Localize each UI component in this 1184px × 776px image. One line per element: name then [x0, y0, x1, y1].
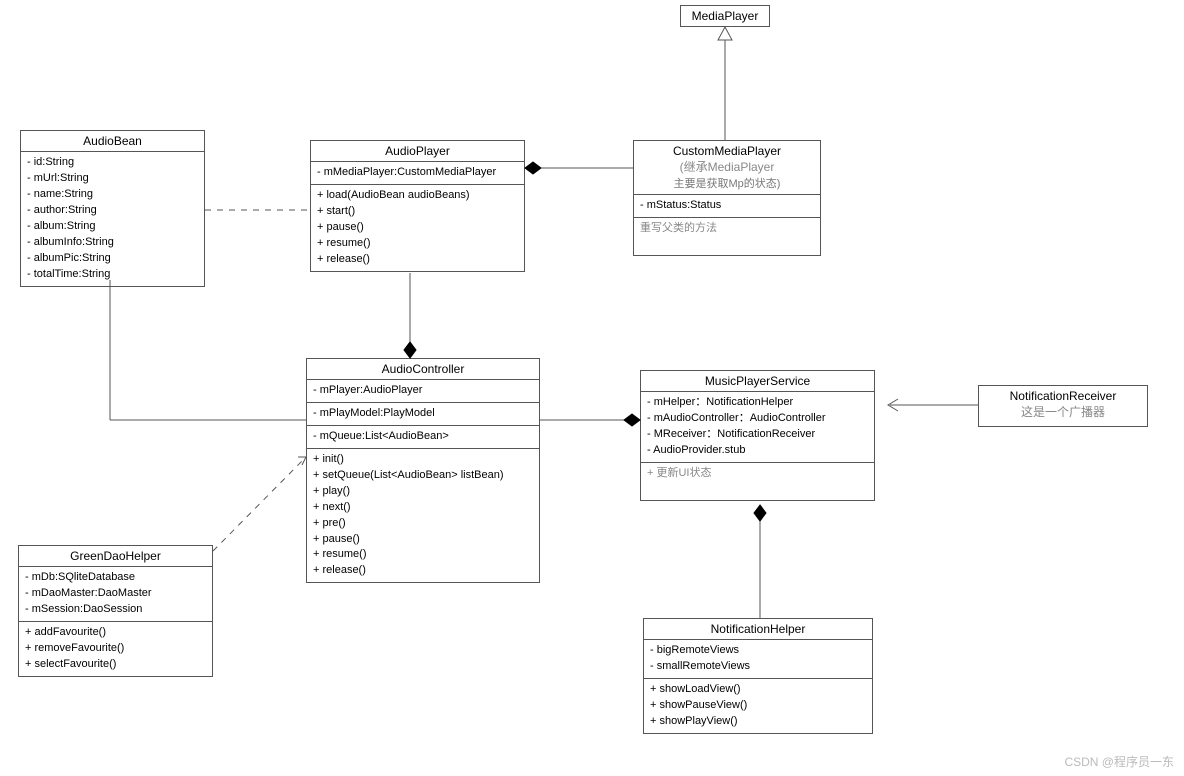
method: + showPauseView() [650, 698, 866, 714]
attr: - mStatus:Status [640, 198, 814, 214]
attributes: - mDb:SQliteDatabase - mDaoMaster:DaoMas… [19, 567, 212, 622]
attr: - name:String [27, 187, 198, 203]
class-title: AudioController [307, 359, 539, 380]
attr: - mQueue:List<AudioBean> [313, 429, 533, 445]
methods: + showLoadView() + showPauseView() + sho… [644, 679, 872, 733]
attributes: - mQueue:List<AudioBean> [307, 426, 539, 449]
method: + release() [313, 563, 533, 579]
class-title: MusicPlayerService [641, 371, 874, 392]
method: + pause() [313, 532, 533, 548]
attr: - albumInfo:String [27, 235, 198, 251]
attr: - mDb:SQliteDatabase [25, 570, 206, 586]
attr: - author:String [27, 203, 198, 219]
class-subtitle: 主要是获取Mp的状态) [634, 175, 820, 195]
method: + resume() [313, 547, 533, 563]
attr: - AudioProvider.stub [647, 443, 868, 459]
note: + 更新UI状态 [641, 463, 874, 500]
class-notificationhelper: NotificationHelper - bigRemoteViews - sm… [643, 618, 873, 734]
method: + load(AudioBean audioBeans) [317, 188, 518, 204]
attr: - mPlayModel:PlayModel [313, 406, 533, 422]
method: + play() [313, 484, 533, 500]
class-subtitle: 这是一个广播器 [979, 403, 1147, 426]
method: + pause() [317, 220, 518, 236]
class-title: CustomMediaPlayer [634, 141, 820, 158]
class-notificationreceiver: NotificationReceiver 这是一个广播器 [978, 385, 1148, 427]
method: + resume() [317, 236, 518, 252]
attributes: - mHelper：NotificationHelper - mAudioCon… [641, 392, 874, 463]
attr: - totalTime:String [27, 267, 198, 283]
attributes: - mPlayer:AudioPlayer [307, 380, 539, 403]
method: + showPlayView() [650, 714, 866, 730]
class-title: AudioBean [21, 131, 204, 152]
attr: - album:String [27, 219, 198, 235]
method: + release() [317, 252, 518, 268]
attr: - mDaoMaster:DaoMaster [25, 586, 206, 602]
attributes: - id:String - mUrl:String - name:String … [21, 152, 204, 286]
attributes: - bigRemoteViews - smallRemoteViews [644, 640, 872, 679]
attributes: - mStatus:Status [634, 195, 820, 218]
attr: - id:String [27, 155, 198, 171]
attr: - mHelper：NotificationHelper [647, 395, 868, 411]
class-title: NotificationReceiver [979, 386, 1147, 403]
class-title: MediaPlayer [681, 6, 769, 26]
attr: - bigRemoteViews [650, 643, 866, 659]
class-audiocontroller: AudioController - mPlayer:AudioPlayer - … [306, 358, 540, 583]
attr: - MReceiver：NotificationReceiver [647, 427, 868, 443]
method: + start() [317, 204, 518, 220]
attr: - albumPic:String [27, 251, 198, 267]
class-audioplayer: AudioPlayer - mMediaPlayer:CustomMediaPl… [310, 140, 525, 272]
note-text: 重写父类的方法 [640, 221, 814, 237]
class-title: AudioPlayer [311, 141, 524, 162]
methods: + init() + setQueue(List<AudioBean> list… [307, 449, 539, 583]
class-title: GreenDaoHelper [19, 546, 212, 567]
method: + showLoadView() [650, 682, 866, 698]
attr: - mMediaPlayer:CustomMediaPlayer [317, 165, 518, 181]
attr: - mPlayer:AudioPlayer [313, 383, 533, 399]
class-subtitle: (继承MediaPlayer [634, 158, 820, 175]
method: + selectFavourite() [25, 657, 206, 673]
method: + addFavourite() [25, 625, 206, 641]
attributes: - mMediaPlayer:CustomMediaPlayer [311, 162, 524, 185]
methods: + load(AudioBean audioBeans) + start() +… [311, 185, 524, 271]
class-title: NotificationHelper [644, 619, 872, 640]
note: 重写父类的方法 [634, 218, 820, 255]
method: + next() [313, 500, 533, 516]
class-musicplayerservice: MusicPlayerService - mHelper：Notificatio… [640, 370, 875, 501]
class-mediaplayer: MediaPlayer [680, 5, 770, 27]
method: + setQueue(List<AudioBean> listBean) [313, 468, 533, 484]
attr: - mUrl:String [27, 171, 198, 187]
attr: - smallRemoteViews [650, 659, 866, 675]
method: + pre() [313, 516, 533, 532]
attr: - mSession:DaoSession [25, 602, 206, 618]
method: + init() [313, 452, 533, 468]
watermark: CSDN @程序员一东 [1064, 753, 1174, 770]
class-custommediaplayer: CustomMediaPlayer (继承MediaPlayer 主要是获取Mp… [633, 140, 821, 256]
attributes: - mPlayModel:PlayModel [307, 403, 539, 426]
note-text: + 更新UI状态 [647, 466, 868, 482]
attr: - mAudioController：AudioController [647, 411, 868, 427]
class-greendaohelper: GreenDaoHelper - mDb:SQliteDatabase - mD… [18, 545, 213, 677]
methods: + addFavourite() + removeFavourite() + s… [19, 622, 212, 676]
class-audiobean: AudioBean - id:String - mUrl:String - na… [20, 130, 205, 287]
method: + removeFavourite() [25, 641, 206, 657]
